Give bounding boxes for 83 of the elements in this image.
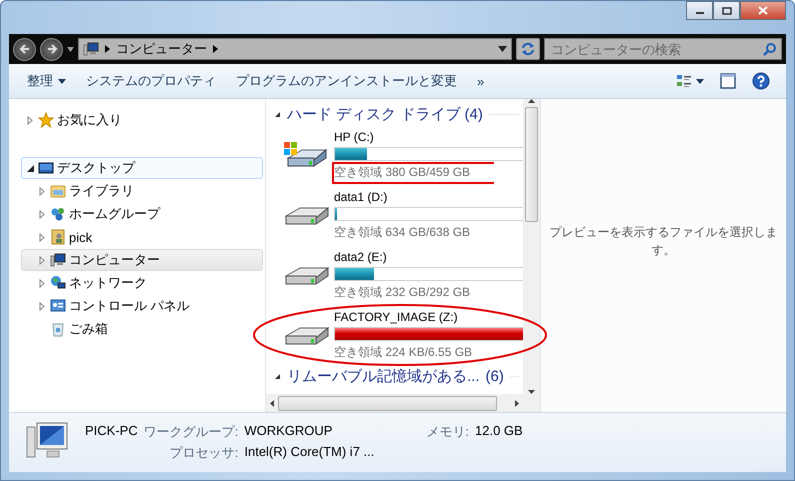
address-bar[interactable]: コンピューター — [78, 38, 512, 60]
close-button[interactable] — [740, 1, 786, 20]
free-space-text: 空き領域 224 KB/6.55 GB — [334, 344, 474, 360]
collapsed-arrow-icon[interactable] — [38, 256, 47, 264]
drive-name[interactable]: HP (C:) — [334, 130, 523, 144]
detail-label: メモリ: — [426, 423, 469, 441]
maximize-button[interactable] — [713, 1, 740, 20]
collapsed-arrow-icon[interactable] — [38, 210, 47, 218]
scrollbar-thumb[interactable] — [278, 396, 497, 410]
history-caret-icon[interactable] — [67, 46, 74, 52]
detail-label: プロセッサ: — [168, 444, 238, 462]
free-space-text: 空き領域 634 GB/638 GB — [334, 224, 472, 240]
nav-tree-item[interactable]: pick — [21, 226, 263, 248]
homegroup-icon — [50, 206, 66, 222]
nav-tree-item[interactable]: ホームグループ — [21, 203, 263, 225]
left-arrow-icon — [18, 43, 30, 55]
expanded-arrow-icon[interactable] — [274, 110, 281, 118]
group-header[interactable]: ハード ディスク ドライブ (4) — [287, 104, 483, 124]
nav-tree-item[interactable]: ライブラリ — [21, 180, 263, 202]
nav-tree-item[interactable]: ごみ箱 — [21, 318, 263, 340]
group-header[interactable]: リムーバブル記憶域がある... — [287, 366, 480, 386]
help-icon — [752, 72, 770, 90]
group-count: (6) — [486, 368, 504, 384]
close-icon — [758, 6, 768, 15]
drive-name[interactable]: data1 (D:) — [334, 190, 523, 204]
dropdown-caret-icon[interactable] — [498, 46, 507, 52]
toolbar-button[interactable]: システムのプロパティ — [78, 68, 224, 94]
nav-tree-item[interactable]: デスクトップ — [21, 157, 263, 179]
nav-tree-item[interactable]: コントロール パネル — [21, 295, 263, 317]
collapsed-arrow-icon[interactable] — [38, 186, 47, 196]
vertical-scrollbar[interactable] — [523, 99, 540, 394]
refresh-button[interactable] — [516, 38, 540, 60]
search-field[interactable]: コンピューターの検索 — [544, 38, 782, 60]
free-space-text: 空き領域 380 GB/459 GB — [334, 164, 472, 180]
maximize-icon — [722, 6, 732, 14]
toolbar-button[interactable]: 整理 — [19, 68, 74, 94]
minimize-button[interactable] — [686, 1, 713, 20]
forward-button[interactable] — [40, 38, 63, 60]
toolbar-button[interactable]: プログラムのアンインストールと変更 — [228, 68, 465, 94]
detail-value: WORKGROUP — [244, 423, 334, 440]
computer-icon — [50, 252, 66, 268]
drive-name[interactable]: FACTORY_IMAGE (Z:) — [334, 310, 523, 324]
breadcrumb-arrow-icon[interactable] — [105, 45, 110, 53]
recycle-bin-icon — [50, 321, 66, 337]
computer-icon — [83, 41, 99, 57]
drive-name[interactable]: data2 (E:) — [334, 250, 523, 264]
scroll-left-arrow-icon[interactable] — [270, 400, 274, 406]
pane-icon — [720, 73, 736, 89]
library-folder-icon — [50, 183, 66, 199]
nav-tree-item[interactable]: ネットワーク — [21, 272, 263, 294]
detail-value: Intel(R) Core(TM) i7 ... — [244, 444, 374, 461]
breadcrumb-arrow-icon[interactable] — [213, 45, 218, 53]
computer-name: PICK-PC — [85, 423, 138, 440]
breadcrumb-item[interactable]: コンピューター — [116, 40, 207, 58]
search-icon — [763, 42, 777, 56]
view-options-icon — [676, 73, 692, 89]
scroll-down-arrow-icon[interactable] — [528, 390, 535, 394]
star-icon — [38, 112, 54, 128]
dropdown-caret-icon — [696, 78, 704, 84]
detail-label: ワークグループ: — [144, 423, 238, 441]
scroll-right-arrow-icon[interactable] — [515, 400, 519, 406]
toolbar-button[interactable]: » — [469, 70, 492, 92]
nav-tree-item[interactable]: お気に入り — [21, 109, 263, 131]
nav-tree-item[interactable]: コンピューター — [21, 249, 263, 271]
collapsed-arrow-icon[interactable] — [38, 232, 47, 242]
preview-message: プレビューを表示するファイルを選択します。 — [549, 224, 778, 258]
free-space-text: 空き領域 232 GB/292 GB — [334, 284, 472, 300]
collapsed-arrow-icon[interactable] — [38, 302, 47, 310]
right-arrow-icon — [46, 43, 58, 55]
detail-value: 12.0 GB — [475, 423, 523, 440]
user-folder-icon — [50, 229, 66, 245]
refresh-arrows-icon — [521, 42, 535, 56]
scroll-up-arrow-icon[interactable] — [528, 99, 535, 103]
control-panel-icon — [50, 298, 66, 314]
collapsed-arrow-icon[interactable] — [26, 116, 35, 124]
network-globe-icon — [50, 275, 66, 291]
expanded-arrow-icon[interactable] — [274, 372, 281, 380]
scrollbar-thumb[interactable] — [525, 107, 538, 222]
dropdown-caret-icon — [58, 78, 66, 84]
desktop-icon — [38, 160, 54, 176]
expanded-arrow-icon[interactable] — [26, 164, 35, 172]
back-button[interactable] — [13, 38, 36, 60]
collapsed-arrow-icon[interactable] — [38, 278, 47, 288]
